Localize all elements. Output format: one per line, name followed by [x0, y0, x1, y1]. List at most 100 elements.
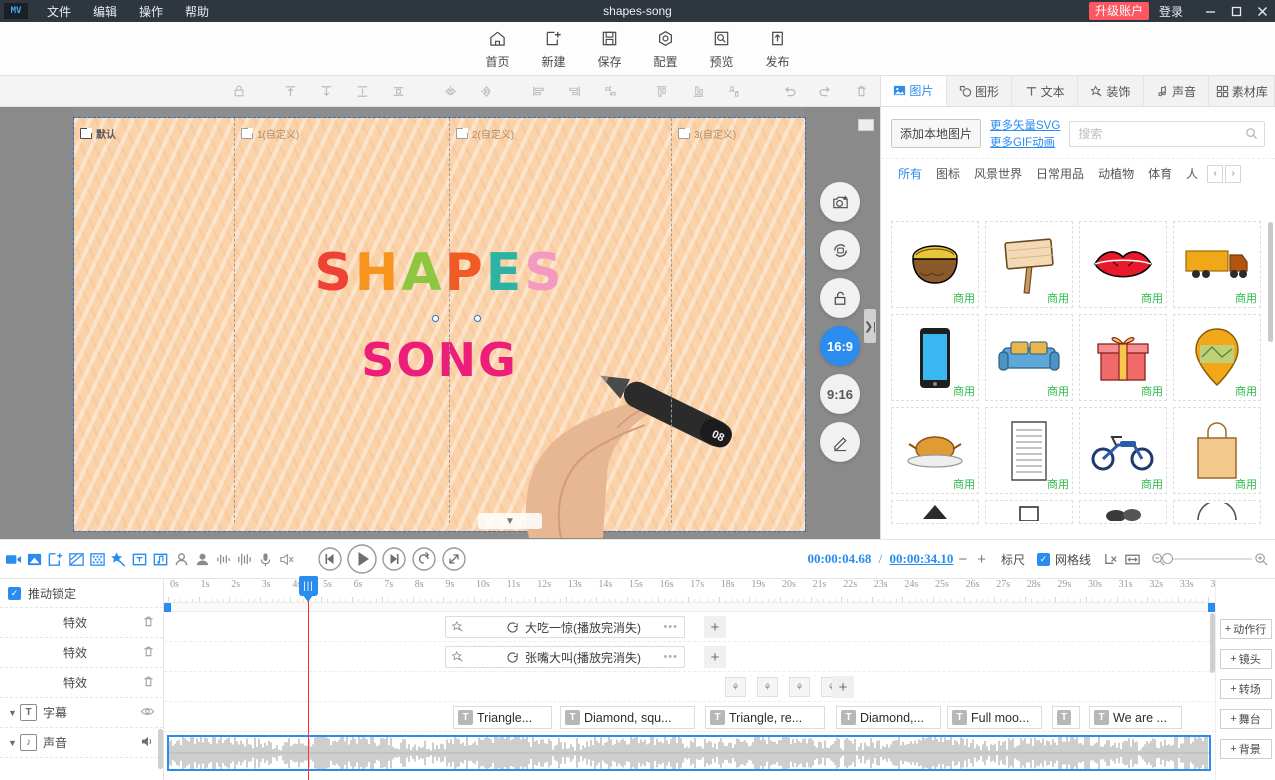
- zoom-slider-track[interactable]: [1162, 553, 1252, 564]
- category-icons[interactable]: 图标: [929, 162, 967, 185]
- delete-icon[interactable]: [844, 76, 880, 107]
- effect-clip-menu[interactable]: •••: [663, 621, 678, 633]
- login-button[interactable]: 登录: [1159, 3, 1183, 20]
- effect-clip[interactable]: 张嘴大叫(播放完消失) •••: [445, 646, 685, 668]
- fullscreen-icon[interactable]: [439, 544, 469, 574]
- track-header-effect-1[interactable]: 特效: [0, 608, 163, 638]
- trash-icon[interactable]: [142, 645, 155, 661]
- skip-next-icon[interactable]: [379, 544, 409, 574]
- time-zoom-in-button[interactable]: +: [972, 551, 991, 568]
- play-button[interactable]: [345, 542, 379, 576]
- asset-item[interactable]: [985, 500, 1073, 524]
- chevron-down-icon[interactable]: ▼: [8, 708, 20, 718]
- track-header-audio[interactable]: ▼ ♪ 声音: [0, 728, 163, 758]
- chevron-down-icon[interactable]: ▼: [8, 738, 20, 748]
- undo-icon[interactable]: [772, 76, 808, 107]
- tab-shapes[interactable]: 图形: [947, 76, 1013, 106]
- canvas-area[interactable]: 08 SHAPES SONG 默认 1(自定义) 2(自定义) 3(自定义) ▼: [73, 117, 806, 539]
- page-marker-2[interactable]: 2(自定义): [456, 126, 514, 141]
- add-background-button[interactable]: + 背景: [1219, 739, 1272, 759]
- menu-help[interactable]: 帮助: [174, 1, 220, 22]
- playhead[interactable]: |||: [299, 576, 318, 780]
- menu-edit[interactable]: 编辑: [82, 1, 128, 22]
- magic-icon[interactable]: [108, 539, 129, 579]
- category-people[interactable]: 人: [1179, 162, 1205, 185]
- trash-icon[interactable]: [142, 675, 155, 691]
- track-audio[interactable]: [164, 732, 1215, 777]
- asset-item[interactable]: [891, 500, 979, 524]
- asset-item[interactable]: 商用: [1079, 314, 1167, 401]
- push-lock-checkbox[interactable]: ✓: [8, 586, 21, 600]
- maximize-button[interactable]: [1223, 0, 1249, 22]
- canvas-bottom-handle[interactable]: ▼: [478, 513, 542, 529]
- flip-vertical-icon[interactable]: [468, 76, 504, 107]
- subtitle-clip[interactable]: T Diamond,...: [836, 706, 941, 729]
- track-effect-1[interactable]: 大吃一惊(播放完消失) ••• +: [164, 612, 1215, 642]
- asset-item[interactable]: 商用: [1079, 221, 1167, 308]
- volume-icon[interactable]: [140, 735, 155, 751]
- toolbar-save[interactable]: 保存: [582, 28, 638, 70]
- total-time[interactable]: 00:00:34.10: [890, 551, 954, 566]
- asset-item[interactable]: 商用: [891, 314, 979, 401]
- person-icon[interactable]: [171, 539, 192, 579]
- menu-operate[interactable]: 操作: [128, 1, 174, 22]
- crop-off-icon[interactable]: [1101, 539, 1122, 579]
- gridline-checkbox[interactable]: ✓: [1036, 552, 1050, 566]
- text-tool-icon[interactable]: [129, 539, 150, 579]
- music-tool-icon[interactable]: [150, 539, 171, 579]
- replay-icon[interactable]: [409, 544, 439, 574]
- align-top2-icon[interactable]: [644, 76, 680, 107]
- category-prev-button[interactable]: ‹: [1207, 164, 1224, 183]
- upgrade-account-button[interactable]: 升级账户: [1088, 2, 1149, 20]
- track-header-effect-2[interactable]: 特效: [0, 638, 163, 668]
- asset-item[interactable]: 商用: [1079, 407, 1167, 494]
- asset-item[interactable]: 商用: [1173, 221, 1261, 308]
- align-bottom2-icon[interactable]: [680, 76, 716, 107]
- tab-sound[interactable]: 声音: [1144, 76, 1210, 106]
- selection-handle-left[interactable]: [432, 315, 439, 322]
- unlock-icon[interactable]: [820, 278, 860, 318]
- track-subtitle[interactable]: T Triangle... T Diamond, squ... T Triang…: [164, 702, 1215, 732]
- asset-item[interactable]: [1079, 500, 1167, 524]
- pen-icon[interactable]: [820, 422, 860, 462]
- push-lock-row[interactable]: ✓ 推动锁定: [0, 579, 163, 608]
- align-left-icon[interactable]: [520, 76, 556, 107]
- video-icon[interactable]: [3, 539, 24, 579]
- zoom-slider[interactable]: [1151, 552, 1269, 567]
- toolbar-preview[interactable]: 预览: [694, 28, 750, 70]
- category-landscape[interactable]: 风景世界: [967, 162, 1029, 185]
- ruler-toggle-label[interactable]: 标尺: [1001, 551, 1025, 568]
- add-effect-button[interactable]: +: [704, 646, 726, 668]
- panel-collapse-toggle[interactable]: ❯|: [864, 309, 876, 343]
- tab-text[interactable]: 文本: [1012, 76, 1079, 106]
- person-alt-icon[interactable]: [192, 539, 213, 579]
- distribute-v-icon[interactable]: [716, 76, 752, 107]
- gridline-label[interactable]: 网格线: [1055, 551, 1091, 568]
- timeline-vertical-scrollbar[interactable]: [1210, 613, 1215, 673]
- subtitle-clip[interactable]: T Triangle...: [453, 706, 552, 729]
- tab-decoration[interactable]: 装饰: [1078, 76, 1144, 106]
- subtitle-clip[interactable]: T: [1052, 706, 1080, 729]
- page-marker-3[interactable]: 3(自定义): [678, 126, 736, 141]
- align-top-icon[interactable]: [272, 76, 308, 107]
- asset-item[interactable]: 商用: [1173, 407, 1261, 494]
- asset-item[interactable]: 商用: [1173, 314, 1261, 401]
- add-transition-button[interactable]: + 转场: [1219, 679, 1272, 699]
- zoom-in-icon[interactable]: [1254, 552, 1269, 567]
- subtitle-clip[interactable]: T We are ...: [1089, 706, 1182, 729]
- timeline-range-bar[interactable]: [164, 603, 1215, 612]
- asset-item[interactable]: 商用: [891, 221, 979, 308]
- page-marker-default[interactable]: 默认: [80, 126, 116, 141]
- canvas-stage[interactable]: 08 SHAPES SONG 默认 1(自定义) 2(自定义) 3(自定义) ▼…: [0, 107, 880, 539]
- tab-library[interactable]: 素材库: [1209, 76, 1275, 106]
- distribute-h-icon[interactable]: [592, 76, 628, 107]
- asset-item[interactable]: 商用: [985, 314, 1073, 401]
- waveform-icon[interactable]: [213, 539, 234, 579]
- asset-item[interactable]: 商用: [891, 407, 979, 494]
- skip-prev-icon[interactable]: [315, 544, 345, 574]
- transition-icon[interactable]: [66, 539, 87, 579]
- tab-pictures[interactable]: 图片: [881, 76, 947, 106]
- selection-handle-center[interactable]: [474, 315, 481, 322]
- subtitle-clip[interactable]: T Full moo...: [947, 706, 1042, 729]
- playhead-grip[interactable]: |||: [299, 576, 318, 602]
